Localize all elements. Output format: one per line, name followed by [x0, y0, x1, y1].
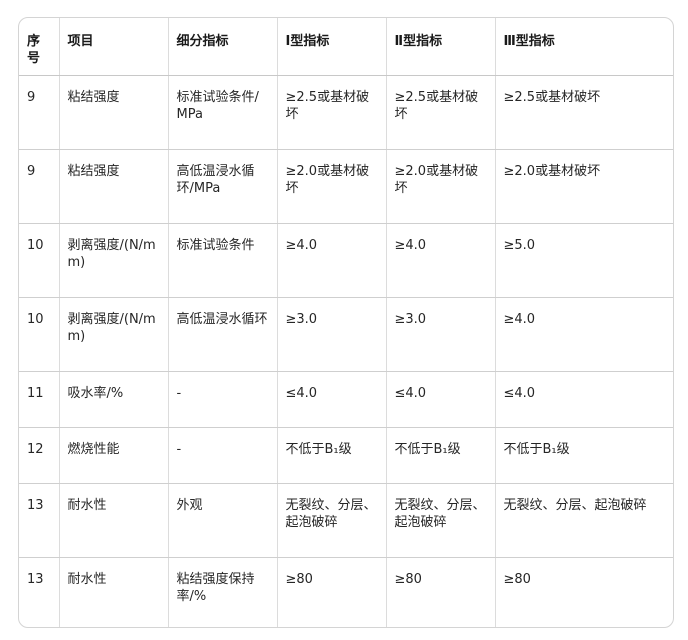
cell-type-3: ≥4.0 — [495, 297, 673, 372]
cell-item: 吸水率/% — [59, 371, 169, 428]
cell-index: 10 — [19, 223, 60, 298]
cell-type-3: ≥80 — [503, 572, 531, 587]
cell-type-3: ≥2.5或基材破坏 — [495, 75, 673, 150]
header-type-3: Ⅲ型指标 — [495, 18, 673, 76]
cell-type-2: ≤4.0 — [386, 371, 496, 428]
cell-index: 10 — [19, 297, 60, 372]
cell-item: 燃烧性能 — [59, 427, 169, 484]
table-row: 10 剥离强度/(N/mm) 标准试验条件 ≥4.0 ≥4.0 ≥5.0 — [19, 223, 673, 298]
cell-type-2: 不低于B₁级 — [386, 427, 496, 484]
cell-type-3: ≥2.0或基材破坏 — [495, 149, 673, 224]
cell-item: 耐水性 — [59, 557, 169, 627]
cell-sub-indicator: 标准试验条件 — [168, 223, 278, 298]
cell-sub-indicator: - — [168, 371, 278, 428]
cell-sub-indicator: 高低温浸水循环/MPa — [168, 149, 278, 224]
cell-type-3: ≤4.0 — [495, 371, 673, 428]
cell-type-2: ≥3.0 — [386, 297, 496, 372]
cell-type-1: 不低于B₁级 — [277, 427, 387, 484]
spec-table-card: 序号 项目 细分指标 Ⅰ型指标 Ⅱ型指标 Ⅲ型指标 9 粘结强度 标准试验条件/… — [18, 17, 674, 628]
table-row: 12 燃烧性能 - 不低于B₁级 不低于B₁级 不低于B₁级 — [19, 427, 673, 484]
header-item: 项目 — [59, 18, 169, 76]
table-header-row: 序号 项目 细分指标 Ⅰ型指标 Ⅱ型指标 Ⅲ型指标 — [19, 18, 673, 76]
cell-sub-indicator: 高低温浸水循环 — [168, 297, 278, 372]
header-index: 序号 — [19, 18, 60, 76]
cell-item: 剥离强度/(N/mm) — [59, 223, 169, 298]
cell-type-3: 不低于B₁级 — [495, 427, 673, 484]
cell-sub-indicator: - — [168, 427, 278, 484]
cell-type-2: ≥4.0 — [386, 223, 496, 298]
cell-sub-indicator: 粘结强度保持率/% — [168, 557, 278, 627]
cell-sub-indicator: 外观 — [168, 483, 278, 558]
cell-type-1: ≥4.0 — [277, 223, 387, 298]
cell-type-2: ≥80 — [386, 557, 496, 627]
table-row: 13 耐水性 粘结强度保持率/% ≥80 ≥80 ≥80 — [19, 557, 673, 627]
cell-type-2: ≥2.5或基材破坏 — [386, 75, 496, 150]
table-row: 10 剥离强度/(N/mm) 高低温浸水循环 ≥3.0 ≥3.0 ≥4.0 — [19, 297, 673, 372]
table-row: 9 粘结强度 高低温浸水循环/MPa ≥2.0或基材破坏 ≥2.0或基材破坏 ≥… — [19, 149, 673, 224]
cell-item: 粘结强度 — [59, 75, 169, 150]
cell-type-1: ≥80 — [277, 557, 387, 627]
header-type-1: Ⅰ型指标 — [277, 18, 387, 76]
cell-sub-indicator: 标准试验条件/MPa — [168, 75, 278, 150]
cell-type-1: ≥3.0 — [277, 297, 387, 372]
cell-index: 9 — [19, 149, 60, 224]
table-row: 9 粘结强度 标准试验条件/MPa ≥2.5或基材破坏 ≥2.5或基材破坏 ≥2… — [19, 75, 673, 150]
cell-item: 剥离强度/(N/mm) — [59, 297, 169, 372]
cell-index: 12 — [19, 427, 60, 484]
cell-type-3: ≥5.0 — [495, 223, 673, 298]
header-sub-indicator: 细分指标 — [168, 18, 278, 76]
table-row: 13 耐水性 外观 无裂纹、分层、起泡破碎 无裂纹、分层、起泡破碎 无裂纹、分层… — [19, 483, 673, 558]
cell-index: 13 — [19, 557, 60, 627]
cell-index: 9 — [19, 75, 60, 150]
cell-index: 13 — [19, 483, 60, 558]
cell-type-2: ≥2.0或基材破坏 — [386, 149, 496, 224]
cell-type-1: ≥2.5或基材破坏 — [277, 75, 387, 150]
cell-type-3: 无裂纹、分层、起泡破碎 — [495, 483, 673, 558]
cell-type-1: ≤4.0 — [277, 371, 387, 428]
cell-type-2: 无裂纹、分层、起泡破碎 — [386, 483, 496, 558]
header-type-2: Ⅱ型指标 — [386, 18, 496, 76]
cell-index: 11 — [19, 371, 60, 428]
spec-table: 序号 项目 细分指标 Ⅰ型指标 Ⅱ型指标 Ⅲ型指标 9 粘结强度 标准试验条件/… — [19, 18, 673, 627]
cell-type-1: 无裂纹、分层、起泡破碎 — [277, 483, 387, 558]
cell-type-1: ≥2.0或基材破坏 — [277, 149, 387, 224]
table-row: 11 吸水率/% - ≤4.0 ≤4.0 ≤4.0 — [19, 371, 673, 428]
cell-item: 耐水性 — [59, 483, 169, 558]
cell-item: 粘结强度 — [59, 149, 169, 224]
